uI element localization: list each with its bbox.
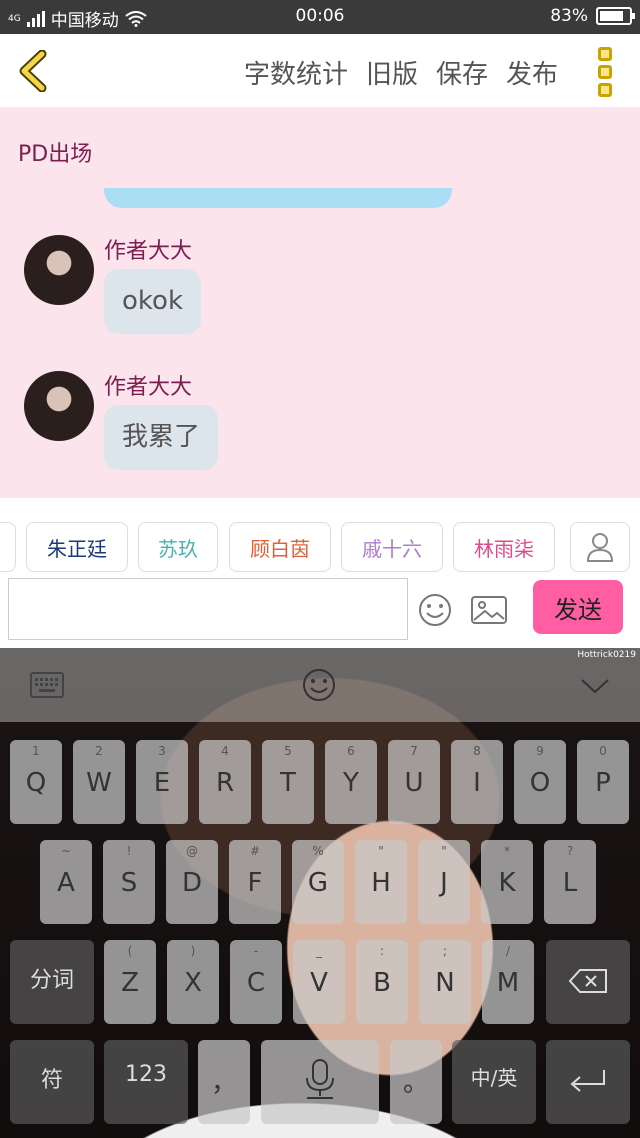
- backspace-icon: [568, 969, 607, 993]
- publish-button[interactable]: 发布: [506, 54, 558, 91]
- keyboard-icon[interactable]: [30, 672, 64, 698]
- symbol-key[interactable]: 符: [10, 1040, 94, 1124]
- top-navigation-bar: 字数统计 旧版 保存 发布: [0, 34, 640, 108]
- word-count-button[interactable]: 字数统计: [244, 54, 348, 91]
- message-bubble[interactable]: [104, 188, 452, 208]
- enter-icon: [570, 1070, 605, 1092]
- space-key[interactable]: [261, 1040, 379, 1124]
- battery-icon: [596, 7, 635, 25]
- character-chip[interactable]: [0, 522, 16, 572]
- number-key[interactable]: 123: [104, 1040, 188, 1124]
- key-d[interactable]: @ D: [166, 840, 218, 924]
- character-selector: 朱正廷 苏玖 顾白茵 戚十六 林雨柒: [0, 498, 640, 574]
- chevron-left-icon[interactable]: [14, 50, 54, 92]
- key-t[interactable]: 5T: [262, 740, 314, 824]
- key-l[interactable]: ? L: [544, 840, 596, 924]
- user-icon: [586, 533, 614, 562]
- message-bubble[interactable]: okok: [104, 269, 202, 335]
- character-chip-3[interactable]: 戚十六: [341, 522, 443, 572]
- message-author: 作者大大: [104, 239, 193, 264]
- emoji-icon[interactable]: [302, 668, 336, 702]
- message-author: 作者大大: [104, 375, 193, 400]
- status-bar: 4G 中国移动 00:06 83%: [0, 0, 640, 34]
- save-button[interactable]: 保存: [436, 54, 488, 91]
- send-button[interactable]: 发送: [533, 580, 623, 634]
- message-bubble[interactable]: 我累了: [104, 405, 219, 471]
- key-u[interactable]: 7U: [388, 740, 440, 824]
- key-e[interactable]: 3E: [136, 740, 188, 824]
- key-o[interactable]: 9O: [514, 740, 566, 824]
- image-icon[interactable]: [470, 594, 508, 626]
- enter-key[interactable]: [546, 1040, 630, 1124]
- keyboard-toolbar: Hottrick0219: [0, 648, 640, 722]
- chevron-down-icon[interactable]: [580, 678, 610, 694]
- key-c[interactable]: -C: [230, 940, 282, 1024]
- message-input[interactable]: [8, 578, 408, 640]
- backspace-key[interactable]: [546, 940, 630, 1024]
- microphone-icon: [306, 1059, 334, 1099]
- key-y[interactable]: 6Y: [325, 740, 377, 824]
- key-s[interactable]: ! S: [103, 840, 155, 924]
- chat-area[interactable]: PD出场 作者大大 okok 作者大大 我累了: [0, 108, 640, 498]
- key-r[interactable]: 4R: [199, 740, 251, 824]
- avatar[interactable]: [24, 371, 94, 441]
- key-g[interactable]: % G: [292, 840, 344, 924]
- emoji-icon[interactable]: [417, 592, 453, 628]
- character-chip-0[interactable]: 朱正廷: [26, 522, 128, 572]
- key-n[interactable]: ; N: [419, 940, 471, 1024]
- key-k[interactable]: * K: [481, 840, 533, 924]
- old-version-button[interactable]: 旧版: [366, 54, 418, 91]
- character-chip-2[interactable]: 顾白茵: [229, 522, 331, 572]
- key-q[interactable]: 1Q: [10, 740, 62, 824]
- character-chip-4[interactable]: 林雨柒: [453, 522, 555, 572]
- key-w[interactable]: 2W: [73, 740, 125, 824]
- more-vertical-icon[interactable]: [598, 47, 614, 97]
- clock: 00:06: [295, 6, 345, 26]
- key-i[interactable]: 8I: [451, 740, 503, 824]
- language-toggle-key[interactable]: 中/英: [452, 1040, 536, 1124]
- battery-percent: 83%: [550, 6, 588, 26]
- key-h[interactable]: " H: [355, 840, 407, 924]
- composer: 发送: [0, 574, 640, 648]
- comma-key[interactable]: ，: [198, 1040, 250, 1124]
- segment-key[interactable]: 分词: [10, 940, 94, 1024]
- key-z[interactable]: (Z: [104, 940, 156, 1024]
- key-p[interactable]: 0P: [577, 740, 629, 824]
- avatar[interactable]: [24, 235, 94, 305]
- character-chip-1[interactable]: 苏玖: [138, 522, 218, 572]
- chapter-title: PD出场: [18, 142, 93, 167]
- key-a[interactable]: ~ A: [40, 840, 92, 924]
- key-j[interactable]: " J: [418, 840, 470, 924]
- key-m[interactable]: / M: [482, 940, 534, 1024]
- key-f[interactable]: # F: [229, 840, 281, 924]
- keyboard: Hottrick0219 1Q 2W 3E 4R 5T 6Y 7U 8I 9O …: [0, 648, 640, 1138]
- key-v[interactable]: _ V: [293, 940, 345, 1024]
- period-key[interactable]: 。: [390, 1040, 442, 1124]
- key-b[interactable]: :B: [356, 940, 408, 1024]
- watermark: Hottrick0219: [577, 650, 636, 660]
- key-x[interactable]: ) X: [167, 940, 219, 1024]
- user-profile-button[interactable]: [570, 522, 630, 572]
